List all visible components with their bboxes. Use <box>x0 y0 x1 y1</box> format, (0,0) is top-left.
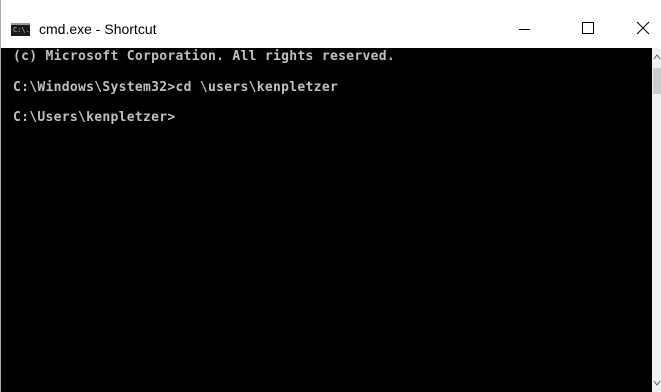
scroll-down-button[interactable] <box>652 374 661 392</box>
console-output[interactable]: (c) Microsoft Corporation. All rights re… <box>1 48 652 392</box>
minimize-icon <box>519 29 530 30</box>
cmd-app-icon-label: C:\. <box>13 26 30 34</box>
chevron-down-icon <box>653 380 661 386</box>
close-button[interactable] <box>621 10 661 48</box>
title-bar[interactable]: C:\. cmd.exe - Shortcut <box>1 0 661 48</box>
scroll-thumb[interactable] <box>653 68 661 94</box>
cmd-window: C:\. cmd.exe - Shortcut (c) Microsoft Co… <box>0 0 661 392</box>
minimize-button[interactable] <box>501 10 547 48</box>
maximize-button[interactable] <box>567 10 613 48</box>
vertical-scrollbar[interactable] <box>652 48 661 392</box>
console-prompt-line: C:\Users\kenpletzer> <box>13 110 176 125</box>
chevron-up-icon <box>653 54 661 60</box>
close-icon <box>636 21 650 35</box>
console-line: C:\Windows\System32>cd \users\kenpletzer <box>13 80 339 95</box>
window-title: cmd.exe - Shortcut <box>39 21 157 37</box>
console-line: (c) Microsoft Corporation. All rights re… <box>13 49 395 64</box>
maximize-icon <box>582 22 594 34</box>
cmd-app-icon[interactable]: C:\. <box>11 23 30 36</box>
scroll-up-button[interactable] <box>652 48 661 66</box>
